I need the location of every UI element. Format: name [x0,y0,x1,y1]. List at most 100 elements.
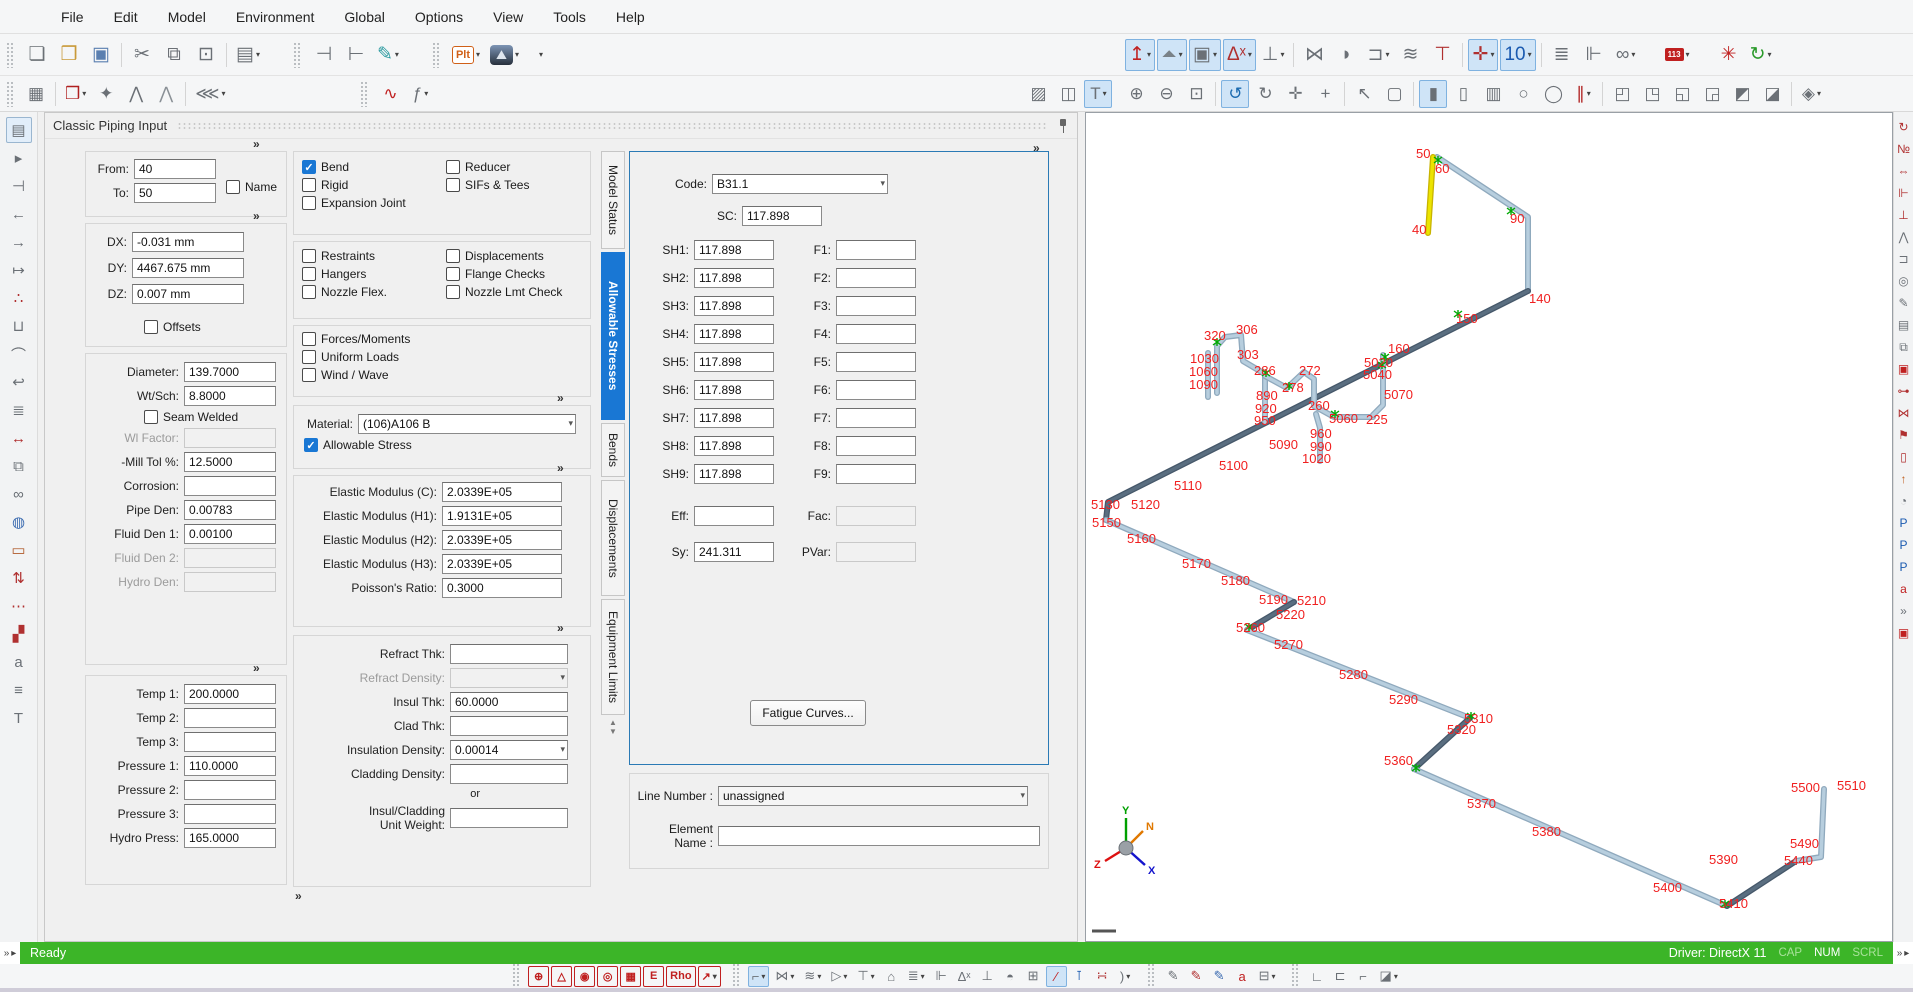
hanger-design-icon[interactable]: ⏶▾ [1157,39,1187,71]
field-input[interactable]: 110.0000 [184,756,276,776]
sh-input[interactable]: 117.898 [694,296,774,316]
dropdown-caret-icon[interactable]: ▾ [713,972,717,981]
field-input[interactable]: 0.007 mm [132,284,244,304]
break-element-icon[interactable]: ⊣ [6,173,32,199]
expand-chevron[interactable]: » [253,137,259,151]
find-element-icon[interactable]: ∞ [6,481,32,507]
render-ghost-icon[interactable]: ◯ [1539,80,1567,108]
dropdown-caret-icon[interactable]: ▾ [1103,89,1107,98]
node-list-icon[interactable]: ∴ [6,285,32,311]
checkbox-box[interactable] [302,332,316,346]
expansion-bellows-icon[interactable]: ≋ [1395,39,1425,71]
field-input[interactable]: -0.031 mm [132,232,244,252]
tab-allowable-stresses[interactable]: Allowable Stresses [601,252,625,420]
dropdown-caret-icon[interactable]: ▾ [1394,972,1398,981]
offsets-checkbox-box[interactable] [144,320,158,334]
field-input[interactable] [184,804,276,824]
restraint-show-icon[interactable]: ⊩ [1895,184,1913,202]
tab-scroll-arrows[interactable]: ▲ ▼ [601,718,625,736]
export-red-icon[interactable]: ↗▾ [698,966,721,987]
node-flag-icon[interactable]: 113▾ [1661,39,1694,71]
f-input[interactable] [836,296,916,316]
checkbox-box[interactable] [302,350,316,364]
field-input[interactable] [450,644,568,664]
insert-after-icon[interactable]: → [6,229,32,255]
select-icon[interactable]: ↖ [1350,80,1378,108]
render-solid-icon[interactable]: ▮ [1419,80,1447,108]
view-right-icon[interactable]: ◲ [1698,80,1726,108]
p3-icon[interactable]: P [1895,558,1913,576]
plot-more-icon[interactable]: ▾ [525,39,555,71]
grid-b-icon[interactable]: ⊞ [1023,966,1044,987]
run-analysis-icon[interactable]: ✦ [92,80,120,108]
sh-input[interactable]: 117.898 [694,436,774,456]
nozzle-show-icon[interactable]: ⊐ [1895,250,1913,268]
displacement-icon[interactable]: Δˣ▾ [1223,39,1256,71]
render-lines-icon[interactable]: ∥▾ [1569,80,1597,108]
dropdown-caret-icon[interactable]: ▾ [817,972,821,981]
render-preview-icon[interactable]: ⛰▾ [486,39,523,71]
rho-icon[interactable]: Rho [666,966,695,987]
duplicate-icon[interactable]: ⧉ [6,453,32,479]
distance-icon[interactable]: ↔ [6,425,32,451]
pump-icon[interactable]: ◓ [1000,966,1021,987]
dim-icon[interactable]: ∟ [1307,966,1328,987]
valve-insert-icon[interactable]: ⊔ [6,313,32,339]
print-icon[interactable]: ▤▾ [232,39,264,71]
eff-input[interactable] [694,506,774,526]
to-input[interactable]: 50 [134,183,216,203]
more-chevron-icon[interactable]: » [1895,602,1913,620]
flange-check-icon[interactable]: ⊩ [1579,39,1609,71]
f-input[interactable] [836,268,916,288]
insert-before-icon[interactable]: ← [6,201,32,227]
field-input[interactable] [450,764,568,784]
checkbox-restraints[interactable]: Restraints [302,249,387,263]
cad-import-icon[interactable]: ✎▾ [373,39,403,71]
floor-icon[interactable]: ⊏ [1330,966,1351,987]
toolbar-drag-handle[interactable] [6,42,14,68]
tab-bends[interactable]: Bends [601,423,625,477]
view-bottom-icon[interactable]: ◪ [1758,80,1786,108]
checkbox-box[interactable] [302,368,316,382]
field-input[interactable]: 60.0000 [450,692,568,712]
dropdown-caret-icon[interactable]: ▾ [1248,50,1252,59]
checkbox-box[interactable] [302,249,316,263]
dropdown-caret-icon[interactable]: ▾ [1213,50,1217,59]
f-input[interactable] [836,436,916,456]
piping-model-plot[interactable]: 5060409014015016032030630310301060109028… [1086,113,1892,941]
font-icon[interactable]: a [6,649,32,675]
field-input[interactable] [450,716,568,736]
globe-icon[interactable]: ◍ [6,509,32,535]
dropdown-caret-icon[interactable]: ▾ [1385,50,1389,59]
checkbox-box[interactable] [302,285,316,299]
clock-icon[interactable]: ◔ [1895,492,1913,510]
dropdown-caret-icon[interactable]: ▾ [1179,50,1183,59]
markup-icon[interactable]: ✎ [1895,294,1913,312]
code-select[interactable]: B31.1▾ [712,174,888,194]
field-input[interactable]: 139.7000 [184,362,276,382]
dropdown-caret-icon[interactable]: ▾ [1686,50,1690,59]
sy-input[interactable]: 241.311 [694,542,774,562]
checkbox-box[interactable]: ✓ [302,160,316,174]
mirror-icon[interactable]: ◪▾ [1376,966,1402,987]
p2-icon[interactable]: P [1895,536,1913,554]
menu-global[interactable]: Global [329,0,399,33]
allowable-stress-checkbox[interactable]: ✓ Allowable Stress [304,438,590,452]
dropdown-caret-icon[interactable]: ▾ [395,50,399,59]
toolbar-drag-handle[interactable] [6,81,14,107]
anchor-b-icon[interactable]: ⊥ [977,966,998,987]
toolbar-drag-handle[interactable] [1291,963,1299,989]
zoom-in-icon[interactable]: ⊕ [1122,80,1150,108]
field-input[interactable] [184,780,276,800]
checkbox-box[interactable] [302,178,316,192]
hanger-show-icon[interactable]: ⋀ [1895,228,1913,246]
node-check-icon[interactable]: ⊕ [528,966,549,987]
units-icon[interactable]: ⇅ [6,565,32,591]
checkbox-rigid[interactable]: Rigid [302,178,406,192]
menu-environment[interactable]: Environment [221,0,330,33]
checkbox-sifs-tees[interactable]: SIFs & Tees [446,178,529,192]
dropdown-caret-icon[interactable]: ▾ [871,972,875,981]
restraint-b-icon[interactable]: ⊩ [931,966,952,987]
toolbar-drag-handle[interactable] [732,963,740,989]
f-input[interactable] [836,352,916,372]
